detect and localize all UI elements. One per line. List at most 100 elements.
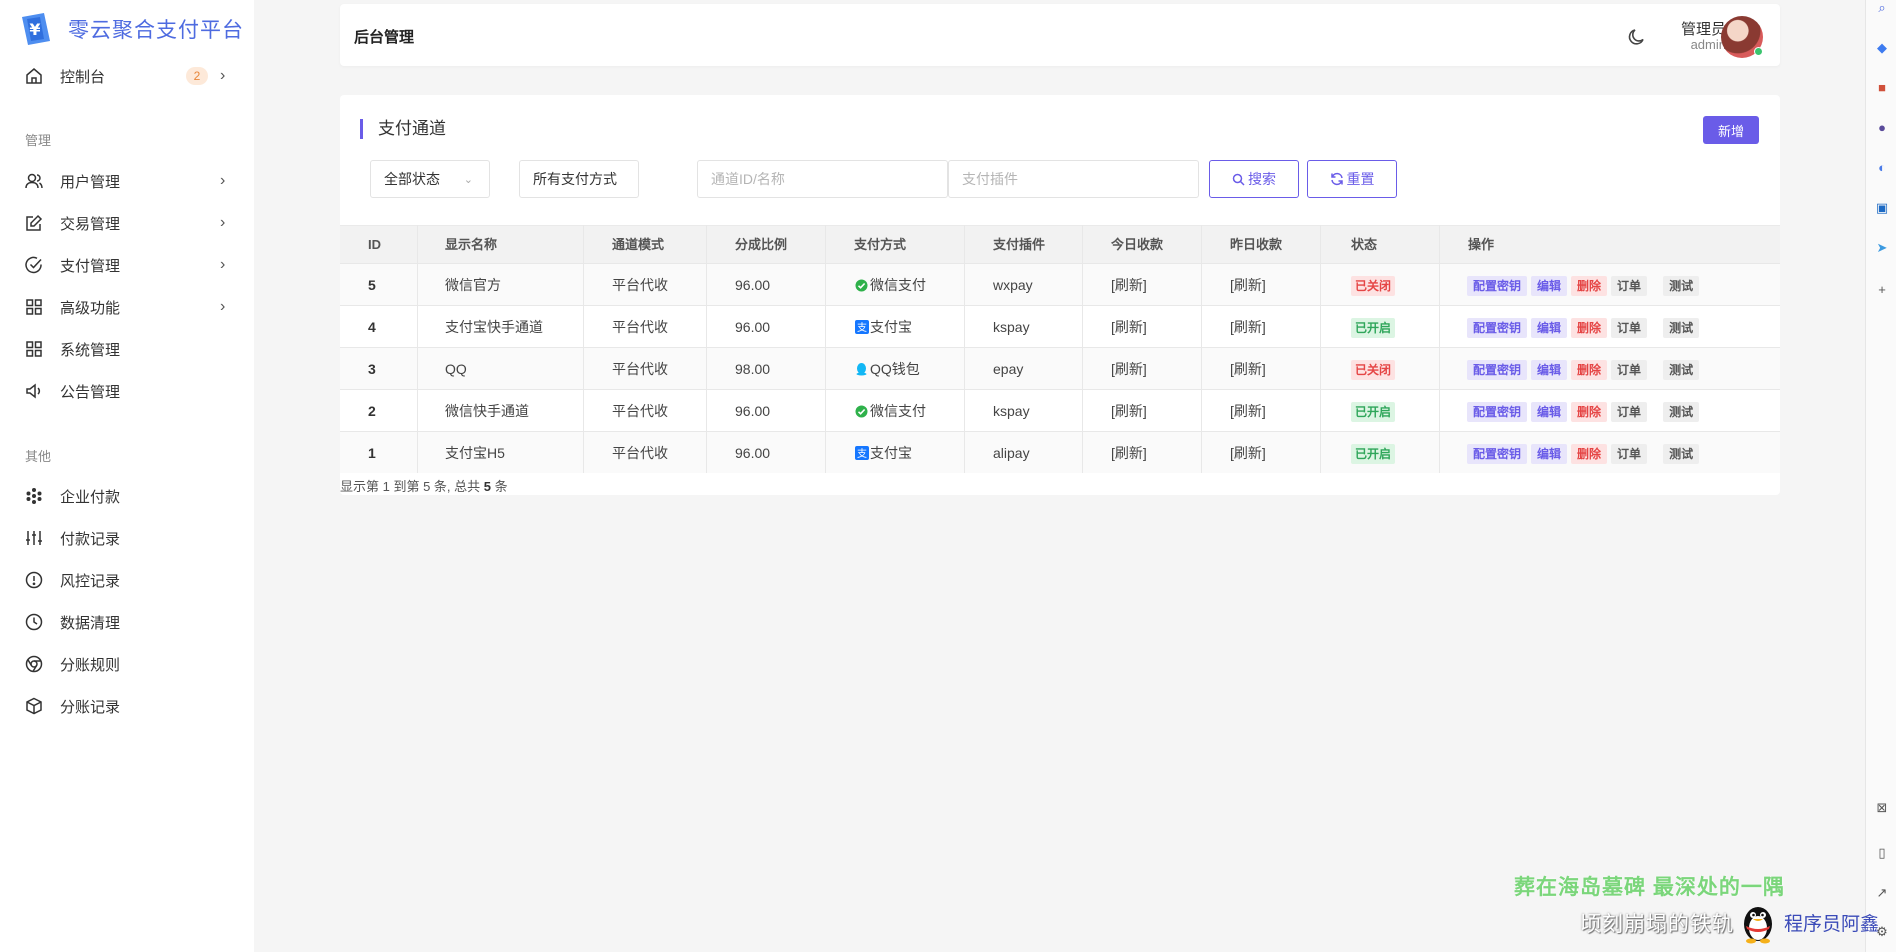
- status-badge[interactable]: 已开启: [1351, 318, 1396, 338]
- edit-button[interactable]: 编辑: [1531, 360, 1568, 380]
- delete-button[interactable]: 删除: [1571, 402, 1608, 422]
- external-link-icon[interactable]: ↗: [1874, 885, 1890, 901]
- method-select[interactable]: 所有支付方式: [519, 160, 639, 198]
- sidebar-item-split-rules[interactable]: 分账规则: [0, 646, 254, 682]
- delete-button[interactable]: 删除: [1571, 318, 1608, 338]
- sidebar-item-payments[interactable]: 支付管理 ›: [0, 247, 254, 283]
- row-actions: 配置密钥 编辑 删除 订单 测试: [1467, 444, 1700, 464]
- test-button[interactable]: 测试: [1663, 360, 1700, 380]
- sidebar-item-data-cleanup[interactable]: 数据清理: [0, 604, 254, 640]
- edit-button[interactable]: 编辑: [1531, 402, 1568, 422]
- search-button[interactable]: 搜索: [1209, 160, 1299, 198]
- status-badge[interactable]: 已开启: [1351, 444, 1396, 464]
- cell-rate: 98.00: [735, 361, 771, 377]
- edit-button[interactable]: 编辑: [1531, 276, 1568, 296]
- refresh-yesterday-link[interactable]: [刷新]: [1230, 432, 1266, 474]
- cell-id: 2: [368, 403, 376, 419]
- column-header-id[interactable]: ID: [368, 226, 381, 264]
- refresh-yesterday-link[interactable]: [刷新]: [1230, 390, 1266, 432]
- pagination-summary: 显示第 1 到第 5 条, 总共 5 条: [340, 476, 508, 495]
- user-name[interactable]: 管理员: [1662, 18, 1726, 39]
- delete-button[interactable]: 删除: [1571, 360, 1608, 380]
- add-button[interactable]: 新增: [1703, 116, 1759, 144]
- search-button-label: 搜索: [1248, 171, 1276, 187]
- sidebar-item-label: 数据清理: [60, 614, 121, 632]
- delete-button[interactable]: 删除: [1571, 276, 1608, 296]
- browser-side-toolbar: ⌕ ◆ ■ ● ◐ ▣ ➤ + ⊠ ▯ ↗ ⚙: [1865, 0, 1896, 952]
- orders-button[interactable]: 订单: [1611, 402, 1648, 422]
- moon-icon[interactable]: [1626, 26, 1648, 48]
- config-key-button[interactable]: 配置密钥: [1467, 318, 1528, 338]
- sidebar-item-announcements[interactable]: 公告管理: [0, 373, 254, 409]
- refresh-today-link[interactable]: [刷新]: [1111, 390, 1147, 432]
- cell-plugin: alipay: [993, 445, 1030, 461]
- status-badge[interactable]: 已关闭: [1351, 360, 1396, 380]
- sidebar-item-risk-records[interactable]: 风控记录: [0, 562, 254, 598]
- cell-method: 微信支付: [854, 390, 926, 432]
- status-badge[interactable]: 已开启: [1351, 402, 1396, 422]
- table-row: 4 支付宝快手通道 平台代收 96.00 支支付宝 kspay [刷新] [刷新] 已开启 配置…: [340, 305, 1780, 347]
- refresh-today-link[interactable]: [刷新]: [1111, 264, 1147, 306]
- sidebar-item-label: 分账规则: [60, 656, 121, 674]
- delete-button[interactable]: 删除: [1571, 444, 1608, 464]
- test-button[interactable]: 测试: [1663, 444, 1700, 464]
- column-divider: [706, 225, 707, 473]
- sidebar-item-system[interactable]: 系统管理: [0, 331, 254, 367]
- refresh-yesterday-link[interactable]: [刷新]: [1230, 348, 1266, 390]
- orders-button[interactable]: 订单: [1611, 444, 1648, 464]
- channel-search-placeholder: 通道ID/名称: [711, 171, 785, 187]
- channel-search-input[interactable]: 通道ID/名称: [697, 160, 948, 198]
- config-key-button[interactable]: 配置密钥: [1467, 444, 1528, 464]
- sidebar-item-transactions[interactable]: 交易管理 ›: [0, 205, 254, 241]
- test-button[interactable]: 测试: [1663, 402, 1700, 422]
- status-badge[interactable]: 已关闭: [1351, 276, 1396, 296]
- sidebar-item-advanced[interactable]: 高级功能 ›: [0, 289, 254, 325]
- outlook-icon[interactable]: ▣: [1874, 200, 1890, 216]
- table-row: 2 微信快手通道 平台代收 96.00 微信支付 kspay [刷新] [刷新] 已开启 配置密…: [340, 389, 1780, 431]
- orders-button[interactable]: 订单: [1611, 318, 1648, 338]
- person-icon[interactable]: ●: [1874, 120, 1890, 136]
- refresh-yesterday-link[interactable]: [刷新]: [1230, 306, 1266, 348]
- plugin-search-input[interactable]: 支付插件: [948, 160, 1199, 198]
- avatar[interactable]: [1721, 16, 1763, 58]
- sidebar-item-label: 企业付款: [60, 488, 121, 506]
- send-icon[interactable]: ➤: [1874, 240, 1890, 256]
- refresh-yesterday-link[interactable]: [刷新]: [1230, 264, 1266, 306]
- add-icon[interactable]: +: [1874, 282, 1890, 298]
- test-button[interactable]: 测试: [1663, 318, 1700, 338]
- orders-button[interactable]: 订单: [1611, 360, 1648, 380]
- copilot-icon[interactable]: ◐: [1874, 160, 1890, 176]
- sidebar-toggle-icon[interactable]: ▯: [1874, 845, 1890, 861]
- edit-button[interactable]: 编辑: [1531, 444, 1568, 464]
- screenshot-icon[interactable]: ⊠: [1874, 800, 1890, 816]
- edit-button[interactable]: 编辑: [1531, 318, 1568, 338]
- column-divider: [1439, 225, 1440, 473]
- alipay-icon: 支: [854, 446, 869, 461]
- config-key-button[interactable]: 配置密钥: [1467, 402, 1528, 422]
- table-row: 1 支付宝H5 平台代收 96.00 支支付宝 alipay [刷新] [刷新] 已开启 配置密…: [340, 431, 1780, 473]
- section-label-manage: 管理: [25, 133, 52, 148]
- status-select[interactable]: 全部状态 ⌄: [370, 160, 490, 198]
- reset-button[interactable]: 重置: [1307, 160, 1397, 198]
- refresh-today-link[interactable]: [刷新]: [1111, 306, 1147, 348]
- orders-button[interactable]: 订单: [1611, 276, 1648, 296]
- refresh-today-link[interactable]: [刷新]: [1111, 348, 1147, 390]
- row-actions: 配置密钥 编辑 删除 订单 测试: [1467, 402, 1700, 422]
- config-key-button[interactable]: 配置密钥: [1467, 360, 1528, 380]
- brand[interactable]: ¥ 零云聚合支付平台: [18, 10, 244, 48]
- sidebar-item-dashboard[interactable]: 控制台 2 ›: [0, 58, 254, 94]
- toolbox-icon[interactable]: ■: [1874, 80, 1890, 96]
- home-icon: [24, 66, 44, 86]
- svg-text:支: 支: [857, 448, 867, 460]
- tag-icon[interactable]: ◆: [1874, 40, 1890, 56]
- sidebar-item-payment-records[interactable]: 付款记录: [0, 520, 254, 556]
- test-button[interactable]: 测试: [1663, 276, 1700, 296]
- sidebar-item-users[interactable]: 用户管理 ›: [0, 163, 254, 199]
- search-icon[interactable]: ⌕: [1874, 0, 1890, 16]
- sidebar-item-split-records[interactable]: 分账记录: [0, 688, 254, 724]
- config-key-button[interactable]: 配置密钥: [1467, 276, 1528, 296]
- refresh-today-link[interactable]: [刷新]: [1111, 432, 1147, 474]
- sidebar: ¥ 零云聚合支付平台 控制台 2 › 管理 用户管理 › 交易管理 › 支付管理…: [0, 0, 254, 952]
- sidebar-item-enterprise-payment[interactable]: 企业付款: [0, 478, 254, 514]
- section-label-other: 其他: [25, 449, 52, 464]
